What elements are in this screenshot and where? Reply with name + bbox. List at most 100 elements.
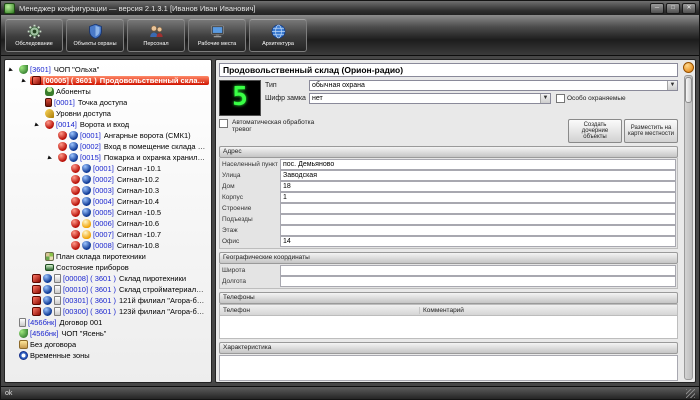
address-field-input[interactable] bbox=[280, 236, 676, 247]
expand-arrow-icon[interactable] bbox=[22, 79, 30, 83]
object-tree[interactable]: [3601]ЧОП "Ольха"[00005] ( 3601 )Продово… bbox=[4, 59, 212, 383]
expand-arrow-icon[interactable] bbox=[48, 156, 56, 160]
tree-item[interactable]: [0008]Сигнал-10.8 bbox=[61, 240, 209, 251]
maximize-button[interactable]: □ bbox=[666, 3, 680, 14]
close-button[interactable]: ✕ bbox=[682, 3, 696, 14]
toolbar-button-label: Рабочие места bbox=[198, 41, 236, 47]
shield-red-icon bbox=[58, 142, 67, 151]
address-field-input[interactable] bbox=[280, 203, 676, 214]
tree-item[interactable]: [00005] ( 3601 )Продовольственный склад … bbox=[22, 75, 209, 86]
tree-item-label: 121й филиал "Агора-банк" (мастер) bbox=[119, 296, 207, 305]
toolbar-button-label: Персонал bbox=[143, 41, 168, 47]
tree-item[interactable]: [0001]Ангарные ворота (СМК1) bbox=[48, 130, 209, 141]
tree-item[interactable]: [0001]Сигнал -10.1 bbox=[61, 163, 209, 174]
tree-item-label: Склад пиротехники bbox=[119, 274, 186, 283]
type-select[interactable]: обычная охрана ▼ bbox=[309, 80, 678, 91]
tree-item-id: [0002] bbox=[93, 175, 114, 184]
toolbar-button-5[interactable]: Архитектура bbox=[249, 18, 307, 52]
geo-field-input[interactable] bbox=[280, 265, 676, 276]
tree-item[interactable]: Абоненты bbox=[35, 86, 209, 97]
geo-section-header: Географические координаты bbox=[219, 252, 678, 264]
clock-icon bbox=[19, 351, 28, 360]
tree-item-label: План склада пиротехники bbox=[56, 252, 146, 261]
minimize-button[interactable]: ─ bbox=[650, 3, 664, 14]
toolbar-button-4[interactable]: Рабочие места bbox=[188, 18, 246, 52]
tree-item[interactable]: Временные зоны bbox=[9, 350, 209, 361]
address-field-input[interactable] bbox=[280, 170, 676, 181]
tree-item-id: [3601] bbox=[30, 65, 51, 74]
toolbar-button-label: Обследование bbox=[15, 41, 53, 47]
address-section-header: Адрес bbox=[219, 146, 678, 158]
address-field-row: Строение bbox=[222, 203, 676, 214]
building-icon bbox=[32, 296, 41, 305]
globe-icon bbox=[270, 23, 287, 40]
address-field-input[interactable] bbox=[280, 192, 676, 203]
phones-table-body[interactable] bbox=[220, 316, 677, 338]
auto-alarm-checkbox[interactable] bbox=[219, 119, 228, 128]
tree-item[interactable]: [0002]Сигнал-10.2 bbox=[61, 174, 209, 185]
monitor-icon bbox=[45, 264, 54, 271]
tree-item-id: [00301] ( 3601 ) bbox=[63, 296, 116, 305]
tree-item-id: [0005] bbox=[93, 208, 114, 217]
tree-item[interactable]: [0005]Сигнал -10.5 bbox=[61, 207, 209, 218]
geo-field-row: Широта bbox=[222, 265, 676, 276]
tree-item-content: [0005]Сигнал -10.5 bbox=[69, 208, 209, 217]
address-field-row: Этаж bbox=[222, 225, 676, 236]
tree-item-id: [0015] bbox=[80, 153, 101, 162]
resize-grip[interactable] bbox=[686, 389, 695, 398]
people-icon bbox=[148, 23, 165, 40]
tree-item-content: [00005] ( 3601 )Продовольственный склад … bbox=[30, 76, 209, 85]
address-field-input[interactable] bbox=[280, 181, 676, 192]
tree-item[interactable]: Состояние приборов bbox=[35, 262, 209, 273]
tree-item-label: Сигнал -10.7 bbox=[117, 230, 161, 239]
tree-item[interactable]: [456бнк]ЧОП "Ясень" bbox=[9, 328, 209, 339]
form-header bbox=[219, 63, 678, 77]
tree-item[interactable]: [0015]Пожарка и охранка хранилища (Сигна… bbox=[48, 152, 209, 163]
panel-action-button[interactable] bbox=[683, 62, 694, 73]
lock-code-select[interactable]: нет ▼ bbox=[309, 93, 551, 104]
tree-item[interactable]: [3601]ЧОП "Ольха" bbox=[9, 64, 209, 75]
expand-arrow-icon[interactable] bbox=[9, 68, 17, 72]
tree-item[interactable]: [0014]Ворота и вход bbox=[35, 119, 209, 130]
tree-item[interactable]: Без договора bbox=[9, 339, 209, 350]
special-guard-checkbox[interactable] bbox=[556, 94, 565, 103]
address-field-input[interactable] bbox=[280, 159, 676, 170]
tree-item[interactable]: [00301] ( 3601 )121й филиал "Агора-банк"… bbox=[22, 295, 209, 306]
toolbar-button-3[interactable]: Персонал bbox=[127, 18, 185, 52]
shield-red-icon bbox=[71, 219, 80, 228]
options-row: Автоматическая обработка тревог Создать … bbox=[219, 119, 678, 143]
vertical-scrollbar[interactable] bbox=[684, 75, 693, 380]
toolbar-button-1[interactable]: Обследование bbox=[5, 18, 63, 52]
tree-item[interactable]: [0004]Сигнал-10.4 bbox=[61, 196, 209, 207]
tree-item[interactable]: [0001]Точка доступа bbox=[35, 97, 209, 108]
tree-item[interactable]: Уровни доступа bbox=[35, 108, 209, 119]
tree-item[interactable]: [456бнк]Договор 001 bbox=[9, 317, 209, 328]
shield-blue-icon bbox=[43, 307, 52, 316]
scrollbar-thumb[interactable] bbox=[685, 77, 692, 103]
title-bar[interactable]: Менеджер конфигурации — версия 2.1.3.1 [… bbox=[1, 1, 699, 15]
tree-item[interactable]: [00008] ( 3601 )Склад пиротехники bbox=[22, 273, 209, 284]
tree-item-id: [0001] bbox=[80, 131, 101, 140]
person-icon bbox=[45, 87, 54, 96]
tree-item[interactable]: План склада пиротехники bbox=[35, 251, 209, 262]
status-text: ok bbox=[5, 390, 12, 397]
tree-item-content: Без договора bbox=[17, 340, 209, 349]
shield-red-icon bbox=[58, 131, 67, 140]
address-field-label: Дом bbox=[222, 183, 280, 190]
toolbar-button-2[interactable]: Объекты охраны bbox=[66, 18, 124, 52]
address-field-input[interactable] bbox=[280, 214, 676, 225]
place-on-map-button[interactable]: Разместить на карте местности bbox=[624, 119, 678, 143]
tree-item[interactable]: [0007]Сигнал -10.7 bbox=[61, 229, 209, 240]
tree-item[interactable]: [0006]Сигнал-10.6 bbox=[61, 218, 209, 229]
address-field-input[interactable] bbox=[280, 225, 676, 236]
object-name-input[interactable] bbox=[219, 63, 678, 77]
characteristic-textarea[interactable] bbox=[219, 355, 678, 381]
tree-item[interactable]: [00010] ( 3601 )Склад стройматериалов (м… bbox=[22, 284, 209, 295]
tree-item-id: [0008] bbox=[93, 241, 114, 250]
tree-item[interactable]: [0002]Вход в помещение склада (СМК-2) bbox=[48, 141, 209, 152]
create-child-objects-button[interactable]: Создать дочерние объекты bbox=[568, 119, 622, 143]
expand-arrow-icon[interactable] bbox=[35, 123, 43, 127]
geo-field-input[interactable] bbox=[280, 276, 676, 287]
tree-item[interactable]: [0003]Сигнал-10.3 bbox=[61, 185, 209, 196]
tree-item[interactable]: [00300] ( 3601 )123й филиал "Агора-банк" bbox=[22, 306, 209, 317]
